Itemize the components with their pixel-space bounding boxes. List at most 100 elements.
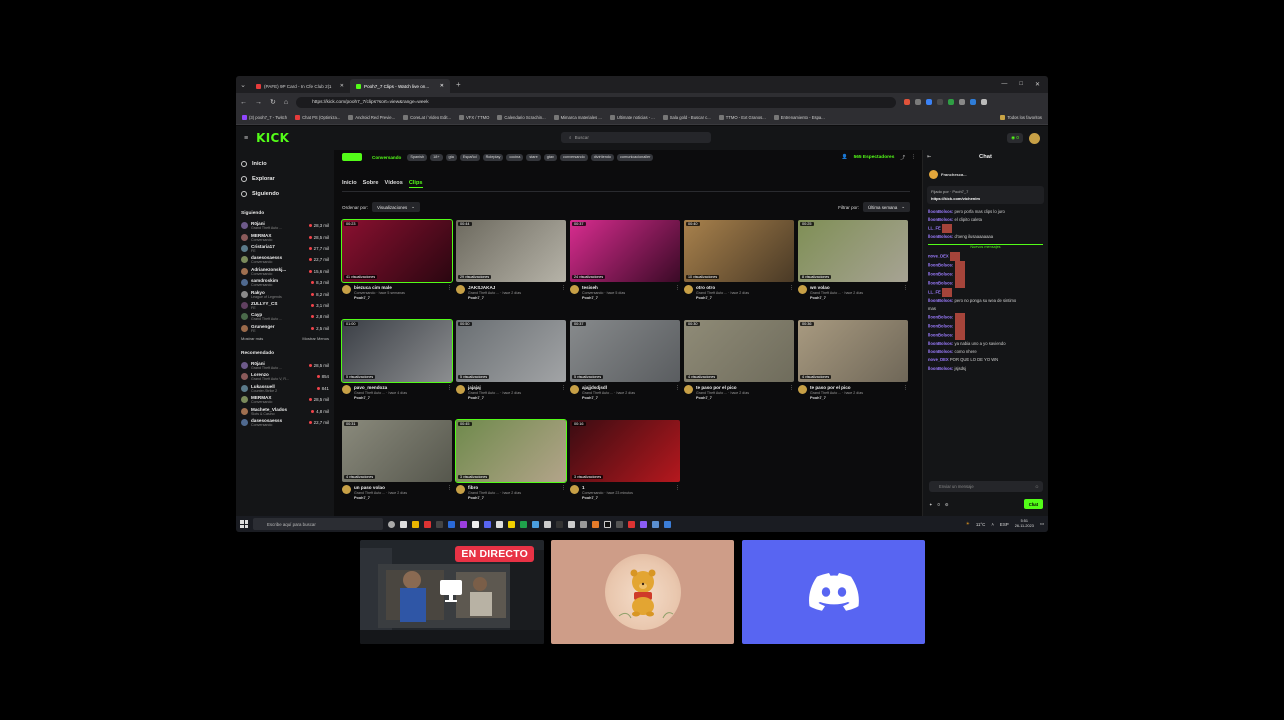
more-options-icon[interactable]: ⋮ [789,385,794,401]
chat-username[interactable]: lloonBolsos: [928,349,953,354]
minimize-icon[interactable]: — [1001,81,1007,88]
chat-username[interactable]: lloonBolsos: [928,262,953,267]
more-options-icon[interactable]: ⋮ [675,285,680,301]
kicks-button[interactable]: ◉ 0 [1007,133,1023,143]
streamer-avatar[interactable] [342,385,351,394]
kicks-icon[interactable]: ✦ [929,502,933,507]
chat-username[interactable]: lloonBolsos: [928,234,953,239]
weather-temp[interactable]: 11°C [976,522,985,527]
emoji-icon[interactable]: ☺ [1035,484,1039,489]
clip-author[interactable]: Pooh7_7 [468,396,521,401]
sidebar-channel[interactable]: Cayp Grand Theft Auto ... 2,8 mil [241,311,329,322]
streamer-avatar[interactable] [342,485,351,494]
sidebar-channel[interactable]: Lukassuell Counter-Strike 2 841 [241,383,329,394]
clip-thumbnail[interactable]: 00:44 29 visualizaciones [456,220,566,282]
more-options-icon[interactable]: ⋮ [903,285,908,301]
bookmark-item[interactable]: Mimarca materiales ... [553,115,602,120]
app-icon[interactable] [508,520,515,528]
app-icon[interactable] [628,520,635,528]
chrome-icon[interactable] [448,520,455,528]
bookmark-item[interactable]: Sala gold - Buscar c... [662,115,711,120]
chat-input[interactable]: Enviar un mensaje ☺ [929,481,1043,492]
windows-start-icon[interactable] [240,520,248,528]
browser-tab-1[interactable]: (PAFE) 9P Card - In Cfe Club 2|1 ✕ [250,79,350,93]
app-icon[interactable] [580,520,587,528]
more-options-icon[interactable]: ⋮ [561,485,566,501]
chat-username[interactable]: lloonBolsos: [928,315,953,320]
chat-username[interactable]: lloonBolsos: [928,217,953,222]
more-options-icon[interactable]: ⋮ [447,285,452,301]
chat-username[interactable]: lloonBolsos: [928,298,953,303]
pinned-link[interactable]: https://kick.com/vichenim [931,196,1040,201]
extension-icon[interactable] [959,99,966,105]
sidebar-channel[interactable]: dasesosaesss Conversando 22,7 mil [241,254,329,265]
more-options-icon[interactable]: ⋮ [903,385,908,401]
app-icon[interactable] [436,520,443,528]
language-indicator[interactable]: ESP [1000,522,1009,527]
clip-author[interactable]: Pooh7_7 [468,296,521,301]
bookmark-item[interactable]: (3) pooh7_7 - Twitch [242,115,287,120]
show-less-button[interactable]: Mostrar Menos [302,336,329,341]
bookmark-item[interactable]: Calendario Scrachin... [497,115,546,120]
streamer-avatar[interactable] [570,485,579,494]
tab-clips[interactable]: Clips [408,180,423,188]
channel-tag[interactable]: stare [526,153,541,161]
clip-thumbnail[interactable]: 00:40 10 visualizaciones [684,220,794,282]
weather-icon[interactable]: ☀ [966,521,970,527]
clip-author[interactable]: Pooh7_7 [582,296,625,301]
show-more-button[interactable]: Mostrar más [241,336,263,341]
sidebar-channel[interactable]: samdroskim Conversando 8,3 mil [241,277,329,288]
streamer-avatar[interactable] [684,285,693,294]
sidebar-channel[interactable]: MERMAX Conversando 28,5 mil [241,394,329,405]
forward-icon[interactable]: → [255,99,262,106]
clip-card[interactable]: 00:44 29 visualizaciones JAKSJAKAJ Grand Th… [456,220,566,306]
all-bookmarks[interactable]: Todos los favoritos [1000,115,1042,120]
sidebar-channel[interactable]: Rakyo League of Legends 8,2 mil [241,288,329,299]
sidebar-channel[interactable]: MERMAX Conversando 28,5 mil [241,231,329,242]
channel-tag[interactable]: gtav [543,153,557,161]
streamer-avatar[interactable] [456,485,465,494]
sidebar-channel[interactable]: dasesosaesss Conversando 22,7 mil [241,417,329,428]
channel-tag[interactable]: 18+ [430,153,443,161]
share-icon[interactable]: ⤴ [900,154,905,161]
clip-author[interactable]: Pooh7_7 [582,496,633,501]
clip-card[interactable]: 01:00 5 visualizaciones pavo_mendoza Grand … [341,319,453,406]
widgets-icon[interactable] [400,520,407,528]
task-view-icon[interactable] [388,520,395,528]
more-options-icon[interactable]: ⋮ [675,485,680,501]
url-field[interactable]: https://kick.com/pooh7_7/clips?sort=view… [296,96,897,108]
profile-icon[interactable] [970,99,977,105]
settings-icon[interactable]: ⚙ [945,502,949,507]
clip-card[interactable]: 00:31 4 visualizaciones un paso volao Grand… [342,420,452,506]
streamer-avatar[interactable] [684,385,693,394]
app-icon[interactable] [556,520,563,528]
app-icon[interactable] [472,520,479,528]
extension-icon[interactable] [937,99,944,105]
clip-card[interactable]: 00:50 5 visualizaciones jajajaj Grand Theft… [456,320,566,406]
extension-icon[interactable] [948,99,955,105]
home-icon[interactable]: ⌂ [284,99,288,106]
sidebar-channel[interactable]: Machete_Vlados Slots & Casino 4,8 mil [241,405,329,416]
clock[interactable]: 5:51 26-11-2023 [1015,519,1034,529]
app-icon[interactable] [532,520,539,528]
streamer-avatar[interactable] [342,285,351,294]
sidebar-channel[interactable]: R0jani Grand Theft Auto ... 28,5 mil [241,360,329,371]
clip-author[interactable]: Pooh7_7 [354,496,407,501]
clip-author[interactable]: Pooh7_7 [810,396,863,401]
streamer-avatar[interactable] [798,285,807,294]
chat-username[interactable]: lloonBolsos: [928,280,953,285]
hamburger-icon[interactable]: ≡ [244,135,248,142]
streamer-avatar[interactable] [798,385,807,394]
clip-thumbnail[interactable]: 01:00 5 visualizaciones [341,319,453,383]
tab-menu-icon[interactable]: ⌄ [236,76,250,93]
app-icon[interactable] [460,520,467,528]
app-icon[interactable] [544,520,551,528]
sidebar-channel[interactable]: Adrianezonskj... Conversando 15,6 mil [241,266,329,277]
clip-card[interactable]: 00:16 3 visualizaciones 1 Conversando · hac… [570,420,680,506]
clip-thumbnail[interactable]: 00:50 5 visualizaciones [456,320,566,382]
channel-tag[interactable]: conversando [559,153,588,161]
sidebar-channel[interactable]: Grunenger FE 2,5 mil [241,323,329,334]
clip-card[interactable]: 00:36 4 visualizaciones te paso por el pic… [798,320,908,406]
app-icon[interactable] [640,520,647,528]
tab-vdeos[interactable]: Vídeos [384,180,402,188]
